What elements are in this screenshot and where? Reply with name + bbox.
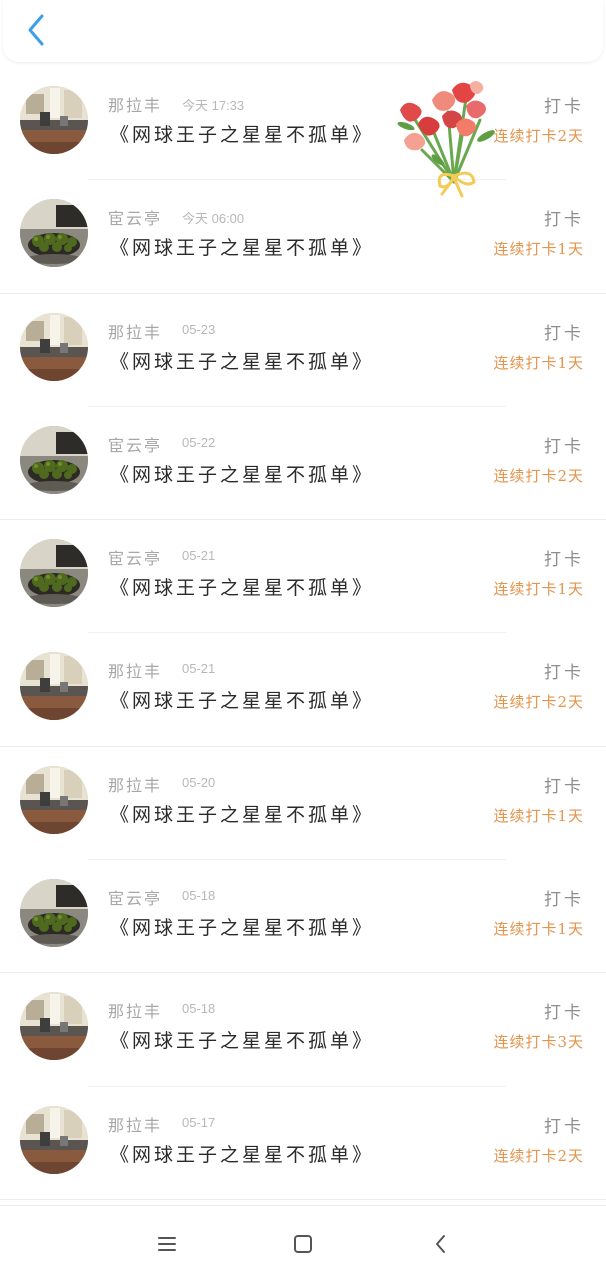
list-item[interactable]: 那拉丰 05-18 《网球王子之星星不孤单》 打卡 连续打卡3天 [0, 973, 606, 1087]
streak-count: 连续打卡2天 [493, 693, 584, 712]
timestamp: 05-21 [182, 548, 216, 564]
streak-count: 连续打卡2天 [493, 466, 584, 485]
system-back-button[interactable] [427, 1230, 455, 1258]
checkin-label: 打卡 [544, 1003, 584, 1024]
timestamp: 今天 06:00 [182, 211, 245, 227]
system-nav-bar [0, 1205, 606, 1280]
checkin-label: 打卡 [544, 97, 584, 117]
checkin-label: 打卡 [544, 436, 584, 457]
streak-count: 连续打卡1天 [493, 806, 584, 825]
back-triangle-icon [436, 1235, 445, 1253]
user-name: 那拉丰 [108, 662, 163, 682]
timestamp: 05-20 [182, 774, 216, 790]
streak-count: 连续打卡3天 [493, 1033, 584, 1052]
avatar-desk[interactable] [20, 765, 88, 834]
streak-count: 连续打卡2天 [493, 127, 584, 145]
timestamp: 05-18 [182, 1001, 216, 1017]
book-title: 《网球王子之星星不孤单》 [110, 124, 375, 146]
avatar-fruit-bowl[interactable] [20, 539, 88, 608]
user-name: 那拉丰 [108, 775, 163, 795]
book-title: 《网球王子之星星不孤单》 [110, 1143, 375, 1166]
list-item[interactable]: 那拉丰 05-20 《网球王子之星星不孤单》 打卡 连续打卡1天 [0, 747, 606, 861]
checkin-label: 打卡 [544, 550, 584, 571]
checkin-label: 打卡 [544, 210, 584, 231]
checkin-list: 那拉丰 今天 17:33 《网球王子之星星不孤单》 打卡 连续打卡2天 宦云亭 … [0, 67, 606, 1200]
timestamp: 05-21 [182, 661, 216, 677]
list-item[interactable]: 那拉丰 05-23 《网球王子之星星不孤单》 打卡 连续打卡1天 [0, 294, 606, 407]
user-name: 宦云亭 [108, 435, 163, 455]
list-item[interactable]: 那拉丰 今天 17:33 《网球王子之星星不孤单》 打卡 连续打卡2天 [0, 67, 606, 181]
streak-count: 连续打卡1天 [493, 920, 584, 939]
streak-count: 连续打卡1天 [493, 580, 584, 599]
book-title: 《网球王子之星星不孤单》 [110, 803, 375, 826]
list-item[interactable]: 宦云亭 05-18 《网球王子之星星不孤单》 打卡 连续打卡1天 [0, 860, 606, 974]
book-title: 《网球王子之星星不孤单》 [110, 690, 375, 713]
timestamp: 今天 17:33 [182, 98, 245, 113]
checkin-label: 打卡 [544, 663, 584, 684]
book-title: 《网球王子之星星不孤单》 [110, 917, 375, 940]
flower-bouquet-icon [392, 80, 502, 198]
checkin-label: 打卡 [544, 890, 584, 911]
timestamp: 05-22 [182, 434, 216, 450]
back-button[interactable] [19, 12, 53, 48]
streak-count: 连续打卡2天 [493, 1146, 584, 1165]
timestamp: 05-23 [182, 321, 216, 337]
user-name: 宦云亭 [108, 889, 163, 909]
list-item[interactable]: 宦云亭 05-22 《网球王子之星星不孤单》 打卡 连续打卡2天 [0, 407, 606, 521]
avatar-fruit-bowl[interactable] [20, 199, 88, 268]
user-name: 宦云亭 [108, 209, 163, 229]
checkin-label: 打卡 [544, 776, 584, 797]
checkin-label: 打卡 [544, 323, 584, 344]
list-item[interactable]: 宦云亭 今天 06:00 《网球王子之星星不孤单》 打卡 连续打卡1天 [0, 180, 606, 294]
menu-button[interactable] [153, 1230, 181, 1258]
chevron-left-icon [28, 14, 44, 46]
avatar-desk[interactable] [20, 652, 88, 721]
book-title: 《网球王子之星星不孤单》 [110, 577, 375, 600]
avatar-desk[interactable] [20, 312, 88, 381]
user-name: 那拉丰 [108, 1002, 163, 1022]
streak-count: 连续打卡1天 [493, 240, 584, 259]
top-bar [3, 0, 603, 62]
checkin-records-screen: 那拉丰 今天 17:33 《网球王子之星星不孤单》 打卡 连续打卡2天 宦云亭 … [0, 0, 606, 1280]
list-item[interactable]: 那拉丰 05-17 《网球王子之星星不孤单》 打卡 连续打卡2天 [0, 1087, 606, 1200]
book-title: 《网球王子之星星不孤单》 [110, 350, 375, 373]
book-title: 《网球王子之星星不孤单》 [110, 463, 375, 486]
home-square-icon [294, 1235, 312, 1253]
avatar-desk[interactable] [20, 86, 88, 154]
list-item[interactable]: 宦云亭 05-21 《网球王子之星星不孤单》 打卡 连续打卡1天 [0, 520, 606, 634]
checkin-label: 打卡 [544, 1116, 584, 1137]
streak-count: 连续打卡1天 [493, 353, 584, 372]
avatar-fruit-bowl[interactable] [20, 879, 88, 948]
avatar-desk[interactable] [20, 992, 88, 1061]
user-name: 那拉丰 [108, 1115, 163, 1135]
timestamp: 05-17 [182, 1114, 216, 1130]
book-title: 《网球王子之星星不孤单》 [110, 237, 375, 260]
book-title: 《网球王子之星星不孤单》 [110, 1030, 375, 1053]
timestamp: 05-18 [182, 888, 216, 904]
home-button[interactable] [289, 1230, 317, 1258]
user-name: 宦云亭 [108, 549, 163, 569]
divider [0, 1198, 606, 1200]
menu-icon [158, 1237, 176, 1251]
user-name: 那拉丰 [108, 96, 163, 115]
list-item[interactable]: 那拉丰 05-21 《网球王子之星星不孤单》 打卡 连续打卡2天 [0, 633, 606, 747]
avatar-fruit-bowl[interactable] [20, 425, 88, 494]
avatar-desk[interactable] [20, 1105, 88, 1174]
user-name: 那拉丰 [108, 322, 163, 342]
